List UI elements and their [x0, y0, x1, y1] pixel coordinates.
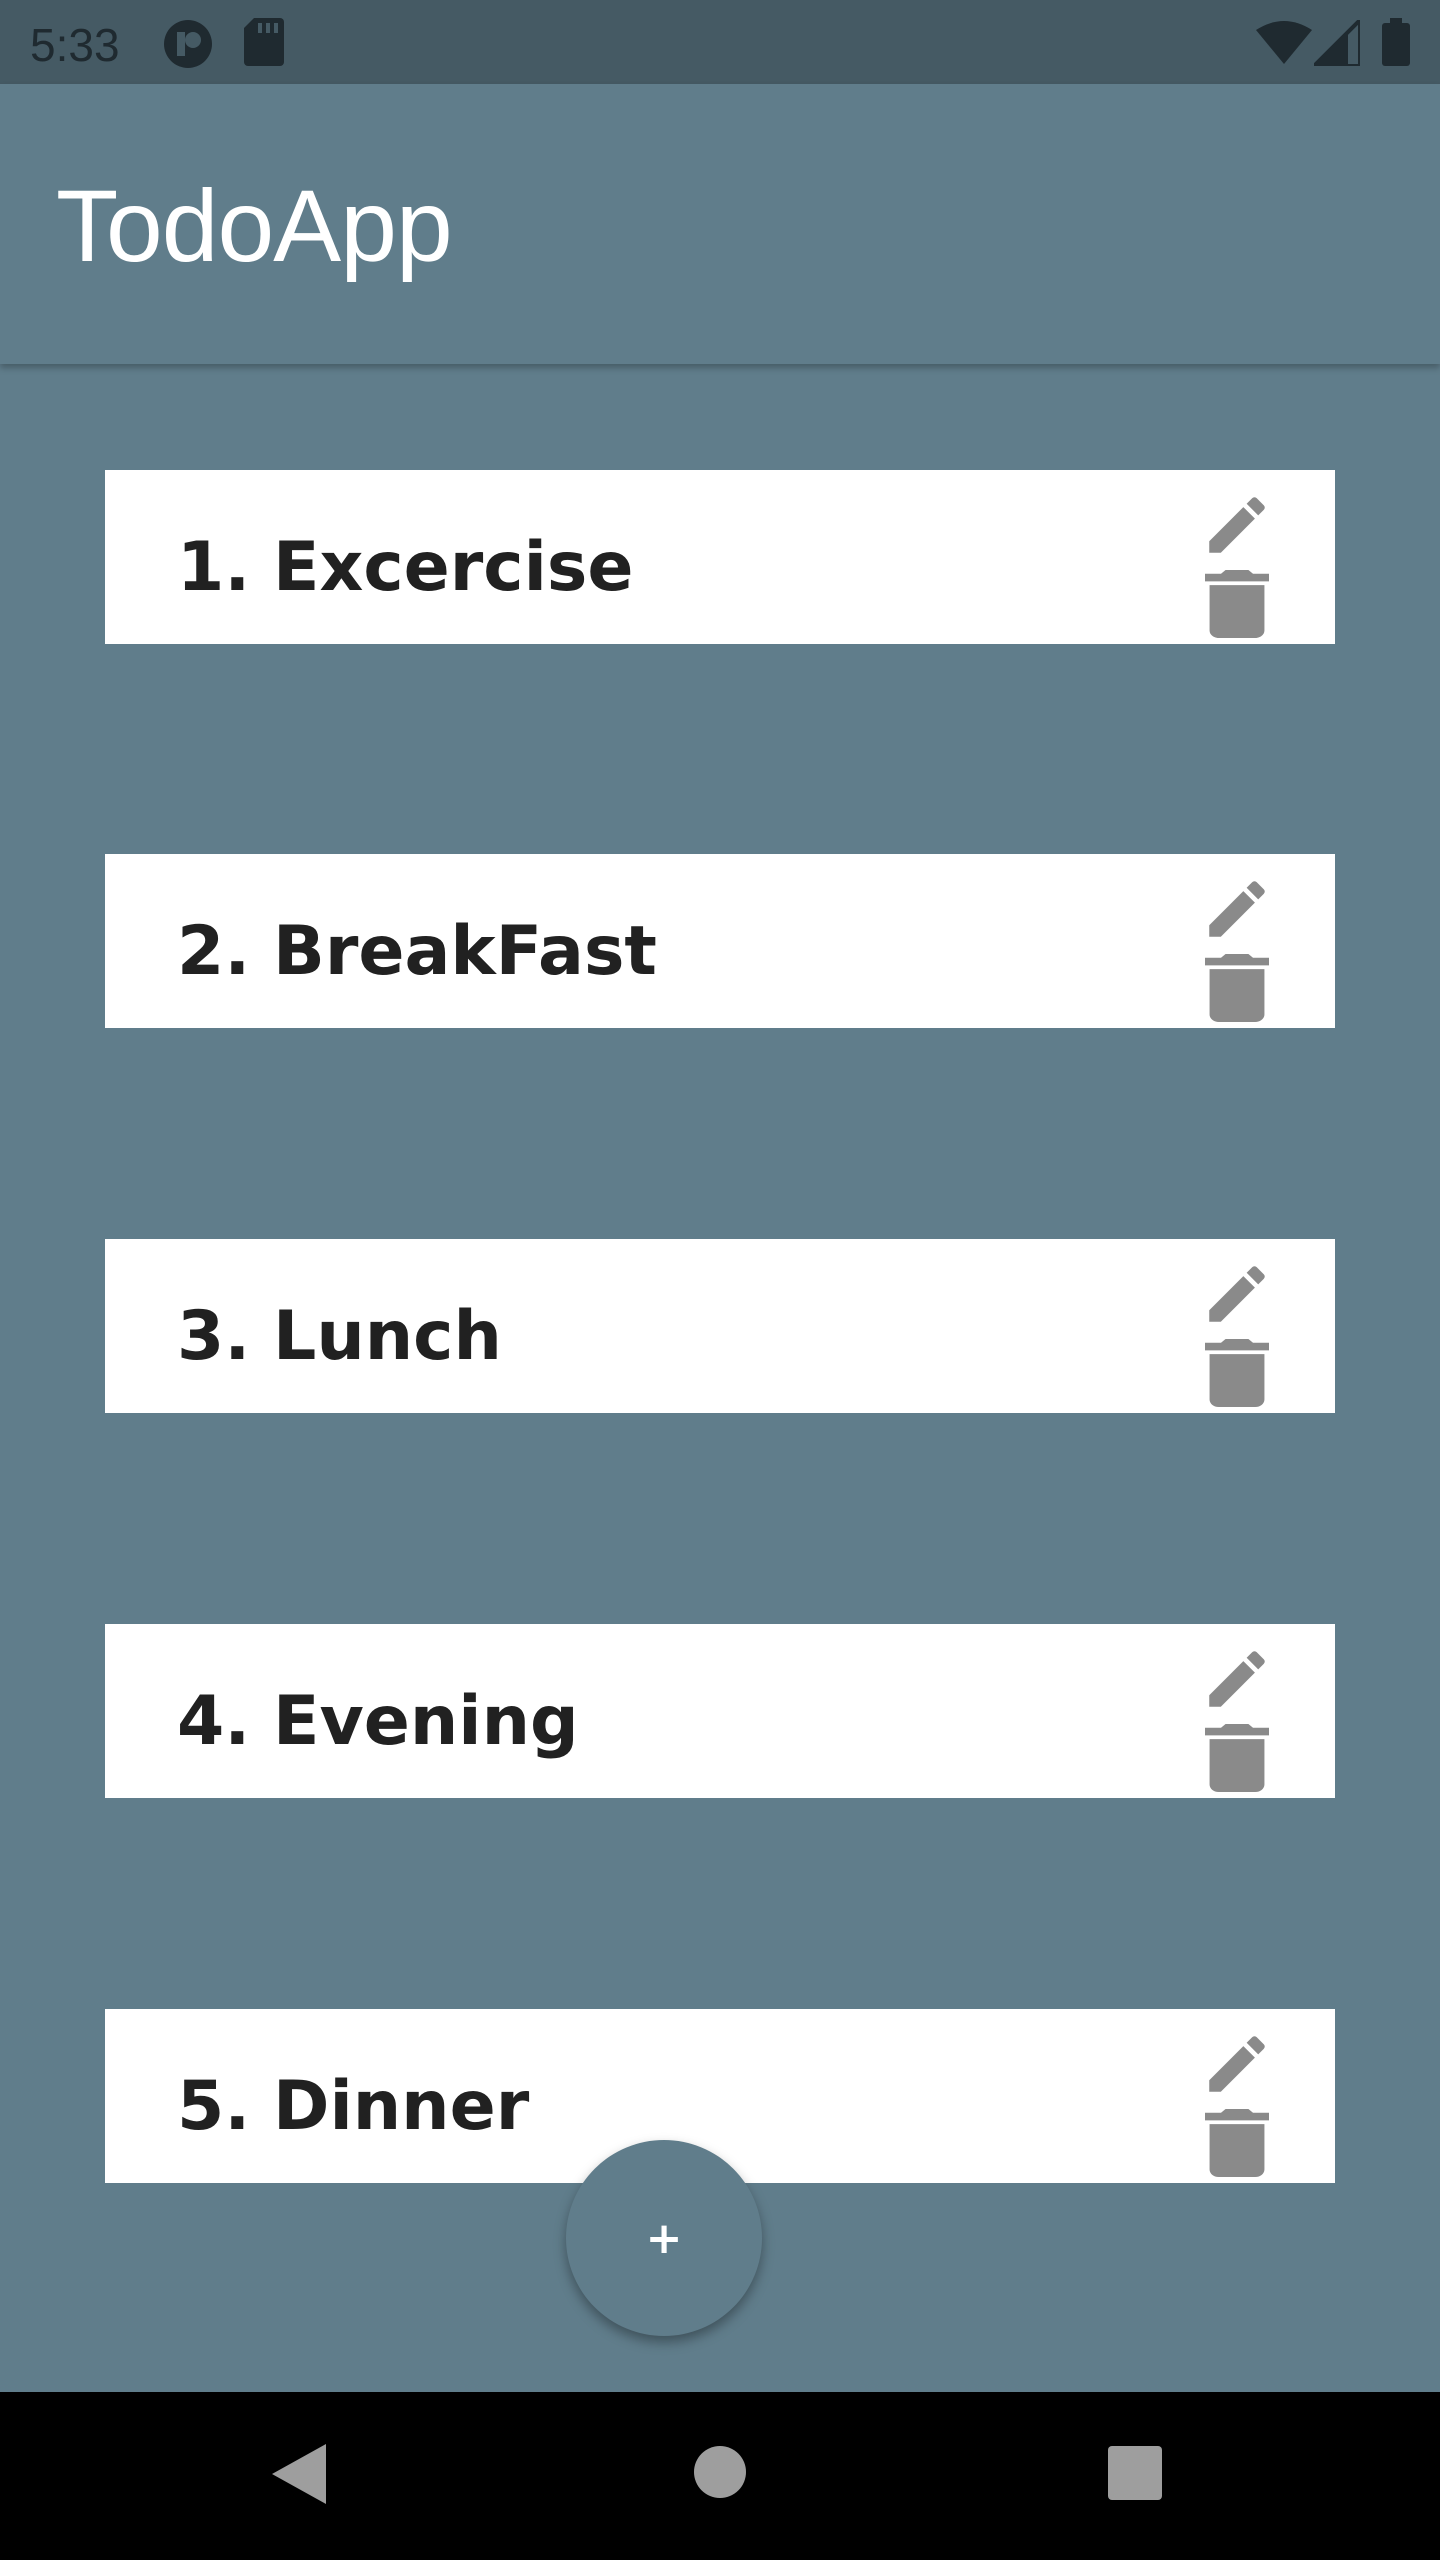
todo-number: 3.: [177, 1297, 251, 1376]
todo-card: 4. Evening: [105, 1624, 1335, 1798]
wifi-icon: [1256, 21, 1312, 64]
app-bar: TodoApp: [0, 84, 1440, 364]
delete-icon[interactable]: [1205, 1339, 1269, 1407]
todo-text: BreakFast: [273, 912, 657, 991]
navigation-bar: [0, 2392, 1440, 2560]
todo-card: 2. BreakFast: [105, 854, 1335, 1028]
cell-signal-icon: [1314, 20, 1360, 66]
add-label: +: [645, 2212, 683, 2264]
recents-icon[interactable]: [1108, 2446, 1162, 2500]
delete-icon[interactable]: [1205, 570, 1269, 638]
battery-icon: [1382, 18, 1410, 66]
todo-text: Lunch: [273, 1297, 502, 1376]
todo-text: Evening: [273, 1682, 579, 1761]
delete-icon[interactable]: [1205, 1724, 1269, 1792]
status-bar: 5:33: [0, 0, 1440, 84]
todo-number: 1.: [177, 528, 251, 607]
todo-number: 4.: [177, 1682, 251, 1761]
app-notification-icon: [164, 20, 212, 68]
todo-number: 5.: [177, 2067, 251, 2146]
edit-icon[interactable]: [1200, 488, 1274, 562]
edit-icon[interactable]: [1200, 1257, 1274, 1331]
edit-icon[interactable]: [1200, 2027, 1274, 2101]
home-icon[interactable]: [694, 2446, 746, 2498]
edit-icon[interactable]: [1200, 872, 1274, 946]
delete-icon[interactable]: [1205, 2109, 1269, 2177]
todo-card: 1. Excercise: [105, 470, 1335, 644]
todo-text: Excercise: [273, 528, 634, 607]
app-title: TodoApp: [56, 169, 453, 283]
add-todo-button[interactable]: +: [566, 2140, 762, 2336]
todo-text: Dinner: [273, 2067, 530, 2146]
back-icon[interactable]: [272, 2444, 326, 2504]
edit-icon[interactable]: [1200, 1642, 1274, 1716]
sd-card-icon: [244, 18, 284, 66]
status-time: 5:33: [30, 19, 120, 71]
todo-number: 2.: [177, 912, 251, 991]
todo-card: 3. Lunch: [105, 1239, 1335, 1413]
delete-icon[interactable]: [1205, 954, 1269, 1022]
